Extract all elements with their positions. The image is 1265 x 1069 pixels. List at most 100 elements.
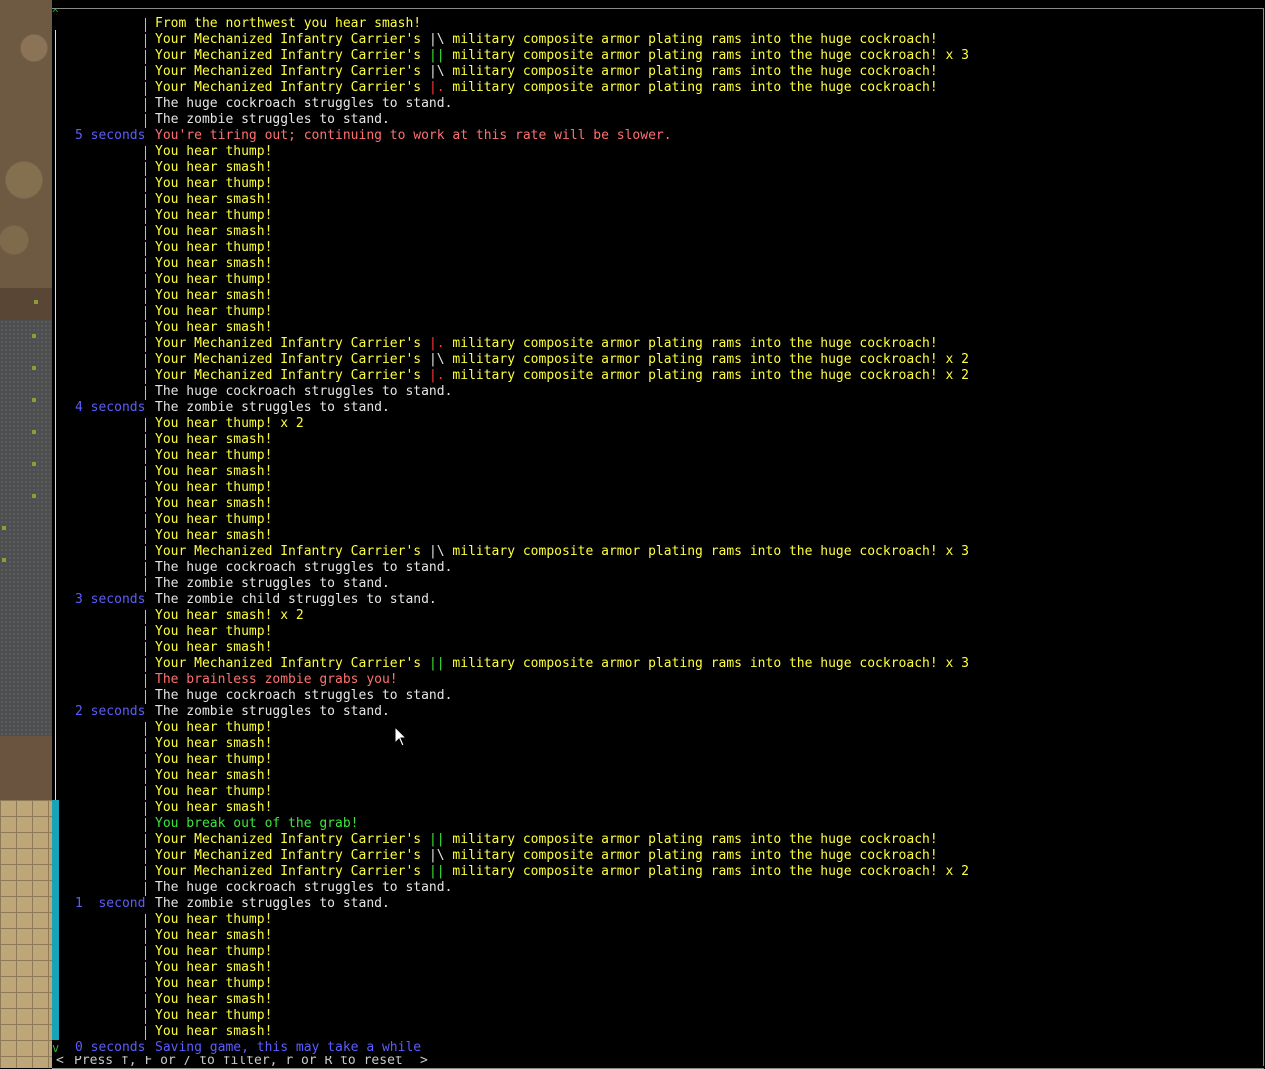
log-message: Your Mechanized Infantry Carrier's |. mi… bbox=[155, 336, 938, 352]
map-dirt-tile bbox=[0, 0, 52, 320]
log-group-bar bbox=[145, 146, 146, 160]
message-log: From the northwest you hear smash! Your M… bbox=[60, 16, 1260, 1056]
map-grass-marker bbox=[32, 366, 36, 370]
log-message-suffix: military composite armor plating rams in… bbox=[444, 368, 969, 383]
log-entry: Your Mechanized Infantry Carrier's || mi… bbox=[60, 832, 1260, 848]
log-group-bar bbox=[145, 418, 146, 432]
log-entry: You hear thump! bbox=[60, 624, 1260, 640]
log-entry: You hear thump! bbox=[60, 176, 1260, 192]
log-entry: You hear smash! bbox=[60, 528, 1260, 544]
log-group-bar bbox=[145, 450, 146, 464]
log-message: You hear thump! bbox=[155, 144, 273, 159]
log-entry: You hear thump! bbox=[60, 944, 1260, 960]
log-timestamp: 2 seconds bbox=[75, 704, 146, 719]
log-message-suffix: military composite armor plating rams in… bbox=[444, 832, 938, 847]
log-group-bar bbox=[145, 162, 146, 176]
armor-condition-symbol: || bbox=[428, 656, 445, 671]
scrollbar-thumb[interactable] bbox=[52, 800, 59, 1040]
map-grass-marker bbox=[32, 462, 36, 466]
log-group-bar bbox=[145, 882, 146, 896]
log-message: You hear smash! x 2 bbox=[155, 608, 304, 623]
log-message-prefix: Your Mechanized Infantry Carrier's bbox=[155, 656, 429, 671]
scroll-down-icon[interactable]: v bbox=[52, 1040, 60, 1056]
map-grass-marker bbox=[2, 558, 6, 562]
log-message: You hear thump! bbox=[155, 976, 273, 991]
log-timestamp: 0 seconds bbox=[75, 1040, 146, 1055]
right-bracket-icon: > bbox=[420, 1056, 428, 1068]
log-group-bar bbox=[145, 194, 146, 208]
log-entry: 0 seconds Saving game, this may take a wh… bbox=[60, 1040, 1260, 1056]
log-entry: Your Mechanized Infantry Carrier's || mi… bbox=[60, 864, 1260, 880]
log-entry: Your Mechanized Infantry Carrier's |\ mi… bbox=[60, 32, 1260, 48]
log-message: You hear thump! bbox=[155, 304, 273, 319]
log-message: You hear thump! bbox=[155, 784, 273, 799]
log-group-bar bbox=[145, 226, 146, 240]
log-message-suffix: military composite armor plating rams in… bbox=[444, 656, 969, 671]
log-entry: You hear thump! bbox=[60, 208, 1260, 224]
log-message: The zombie child struggles to stand. bbox=[155, 592, 437, 607]
map-grass-marker bbox=[32, 398, 36, 402]
log-message: You hear thump! x 2 bbox=[155, 416, 304, 431]
armor-condition-symbol: |. bbox=[428, 80, 445, 95]
log-message-prefix: Your Mechanized Infantry Carrier's bbox=[155, 80, 429, 95]
log-entry: Your Mechanized Infantry Carrier's || mi… bbox=[60, 48, 1260, 64]
log-message-suffix: military composite armor plating rams in… bbox=[444, 48, 969, 63]
log-message-suffix: military composite armor plating rams in… bbox=[444, 864, 969, 879]
log-message: You hear smash! bbox=[155, 992, 273, 1007]
log-entry: You hear thump! bbox=[60, 272, 1260, 288]
left-bracket-icon: < bbox=[56, 1056, 64, 1068]
log-group-bar bbox=[145, 930, 146, 944]
log-group-bar bbox=[145, 786, 146, 800]
log-message: Your Mechanized Infantry Carrier's |\ mi… bbox=[155, 352, 969, 368]
log-message: Your Mechanized Infantry Carrier's || mi… bbox=[155, 864, 969, 880]
log-group-bar bbox=[145, 658, 146, 672]
log-message: The huge cockroach struggles to stand. bbox=[155, 688, 453, 703]
log-message: Saving game, this may take a while bbox=[155, 1040, 422, 1055]
log-message: You hear smash! bbox=[155, 256, 273, 271]
log-message: You hear thump! bbox=[155, 624, 273, 639]
log-entry: 5 seconds You're tiring out; continuing t… bbox=[60, 128, 1260, 144]
log-group-bar bbox=[145, 82, 146, 96]
log-entry: The huge cockroach struggles to stand. bbox=[60, 96, 1260, 112]
log-message-suffix: military composite armor plating rams in… bbox=[444, 336, 938, 351]
log-entry: You hear smash! bbox=[60, 288, 1260, 304]
armor-condition-symbol: |. bbox=[428, 368, 445, 383]
log-message: You hear smash! bbox=[155, 224, 273, 239]
log-entry: The zombie struggles to stand. bbox=[60, 576, 1260, 592]
log-message-suffix: military composite armor plating rams in… bbox=[444, 544, 969, 559]
scrollbar-track[interactable] bbox=[55, 30, 56, 800]
log-group-bar bbox=[145, 1010, 146, 1024]
log-entry: Your Mechanized Infantry Carrier's |\ mi… bbox=[60, 544, 1260, 560]
log-entry: You hear thump! bbox=[60, 512, 1260, 528]
filter-hint-bar: < Press f, F or / to filter, r or R to r… bbox=[52, 1056, 1264, 1069]
log-message: You hear smash! bbox=[155, 928, 273, 943]
log-entry: You hear smash! bbox=[60, 160, 1260, 176]
log-entry: You hear smash! bbox=[60, 1024, 1260, 1040]
log-group-bar bbox=[145, 946, 146, 960]
log-group-bar bbox=[145, 514, 146, 528]
log-message: You hear thump! bbox=[155, 720, 273, 735]
log-message-prefix: Your Mechanized Infantry Carrier's bbox=[155, 48, 429, 63]
log-entry: You hear smash! bbox=[60, 256, 1260, 272]
log-group-bar bbox=[145, 866, 146, 880]
log-message: You hear smash! bbox=[155, 768, 273, 783]
log-entry: You hear thump! x 2 bbox=[60, 416, 1260, 432]
log-group-bar bbox=[145, 738, 146, 752]
log-entry: 2 seconds The zombie struggles to stand. bbox=[60, 704, 1260, 720]
log-group-bar bbox=[145, 50, 146, 64]
log-group-bar bbox=[145, 914, 146, 928]
log-entry: You hear thump! bbox=[60, 976, 1260, 992]
scroll-up-icon[interactable]: ^ bbox=[52, 8, 60, 22]
log-entry: You hear smash! bbox=[60, 960, 1260, 976]
map-grass-marker bbox=[32, 430, 36, 434]
log-group-bar bbox=[145, 498, 146, 512]
log-group-bar bbox=[145, 274, 146, 288]
log-group-bar bbox=[145, 482, 146, 496]
log-entry: You hear thump! bbox=[60, 304, 1260, 320]
map-dirt-tile bbox=[0, 736, 52, 800]
log-message: You hear thump! bbox=[155, 1008, 273, 1023]
log-group-bar bbox=[145, 258, 146, 272]
log-group-bar bbox=[145, 978, 146, 992]
log-message-prefix: Your Mechanized Infantry Carrier's bbox=[155, 368, 429, 383]
log-entry: You hear thump! bbox=[60, 784, 1260, 800]
